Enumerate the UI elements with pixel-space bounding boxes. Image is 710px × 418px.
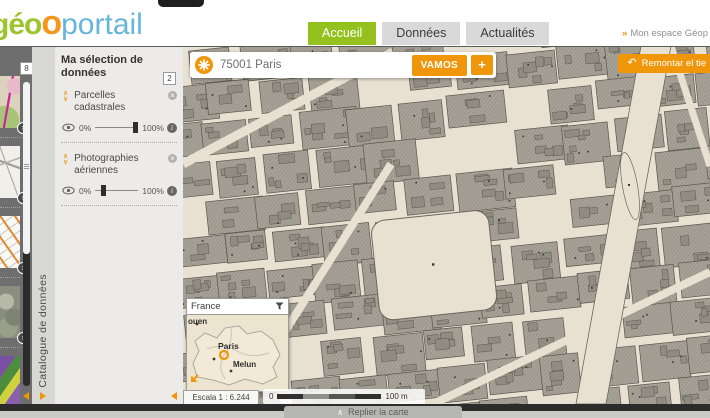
move-down-icon[interactable]: ∨ — [63, 159, 68, 166]
overview-town-label: Melun — [233, 360, 257, 369]
layer-info-button[interactable]: i — [167, 122, 177, 133]
scale-segment — [355, 394, 382, 399]
catalog-count-badge: 8 — [20, 62, 32, 75]
overview-minimap: France ouen Paris Melun — [186, 298, 289, 392]
catalog-tab-label[interactable]: Catalogue de données — [37, 274, 49, 388]
catalog-collapse-arrow[interactable] — [23, 392, 29, 400]
scale-ratio-label: Escala 1 : 6.244 — [183, 390, 259, 404]
selection-collapse-arrow[interactable] — [171, 392, 177, 400]
nav-tab-donnees[interactable]: Données — [382, 22, 461, 45]
scrollbar-grip-icon — [24, 166, 29, 167]
scale-start-label: 0 — [269, 392, 274, 401]
catalog-strip: › › › › 8 — [0, 46, 32, 404]
nav-tab-actualites[interactable]: Actualités — [466, 22, 549, 45]
layer-info-button[interactable]: i — [167, 185, 177, 196]
opacity-max-label: 100% — [142, 122, 164, 133]
main-nav: Accueil Données Actualités — [308, 22, 549, 45]
catalog-separator — [0, 277, 20, 278]
catalog-expand-arrow[interactable] — [40, 392, 46, 400]
opacity-min-label: 0% — [79, 122, 92, 133]
collapse-map-label: Replier la carte — [348, 407, 409, 417]
geoportail-page: géooportail Accueil Données Actualités »… — [0, 0, 710, 418]
logo-o-text: o — [41, 4, 62, 42]
layer-visibility-toggle[interactable] — [62, 123, 75, 132]
logo-portail-text: portail — [61, 8, 143, 41]
city-plan-thumbnail[interactable]: › — [0, 146, 29, 204]
search-submit-button[interactable]: VAMOS — [411, 54, 467, 76]
opacity-slider[interactable] — [95, 122, 139, 133]
eye-icon — [62, 123, 75, 132]
aerial-photo-thumbnail[interactable]: › — [0, 286, 29, 344]
layer-name: Photographies aériennes — [74, 153, 139, 176]
scale-segment — [303, 394, 330, 399]
search-bar: VAMOS + — [190, 52, 496, 78]
layer-reorder-control[interactable]: ∧ ∨ — [63, 153, 68, 166]
catalog-thumbnail-list: › › › › — [0, 76, 29, 404]
overview-town-label: Paris — [218, 341, 239, 351]
eye-icon — [62, 186, 75, 195]
opacity-max-label: 100% — [142, 185, 164, 196]
search-add-button[interactable]: + — [471, 55, 493, 75]
my-space-link[interactable]: » Mon espace Géop — [622, 28, 708, 39]
scale-segment — [277, 394, 304, 399]
catalog-scrollbar[interactable] — [23, 82, 30, 386]
browser-notch-decoration — [158, 0, 204, 7]
move-down-icon[interactable]: ∨ — [63, 96, 68, 103]
overview-region-label: France — [191, 301, 221, 312]
layer-item-photographies: ∧ ∨ Photographies aériennes × 0% 100% i — [61, 153, 177, 206]
overview-map-drawing — [192, 322, 281, 386]
overview-map[interactable]: ouen Paris Melun — [186, 315, 289, 392]
geoportail-compass-icon — [195, 56, 213, 74]
chevron-up-icon: ∧ — [337, 408, 344, 417]
layer-name: Parcelles cadastrales — [74, 90, 126, 113]
nav-tab-accueil[interactable]: Accueil — [308, 22, 377, 45]
overview-resize-handle[interactable] — [189, 371, 200, 389]
scale-bar: 0 100 m — [263, 389, 425, 404]
layer-separator — [61, 205, 177, 206]
time-travel-label: Remontar el tie — [641, 58, 706, 69]
opacity-slider-handle[interactable] — [133, 122, 139, 133]
logo-geo-text: géo — [0, 8, 42, 41]
time-travel-button[interactable]: ↶ Remontar el tie — [618, 54, 710, 73]
undo-arrow-icon: ↶ — [627, 57, 637, 69]
selection-panel: Ma sélection de données 2 ∧ ∨ Parcelles c… — [55, 46, 184, 404]
scale-end-label: 100 m — [385, 392, 408, 401]
landcover-map-thumbnail[interactable] — [0, 356, 20, 404]
filter-icon[interactable] — [275, 302, 284, 311]
layer-reorder-control[interactable]: ∧ ∨ — [63, 90, 68, 103]
road-map-thumbnail[interactable]: › — [0, 216, 29, 274]
layer-remove-button[interactable]: × — [168, 154, 177, 163]
catalog-separator — [0, 137, 20, 138]
layer-visibility-toggle[interactable] — [62, 186, 75, 195]
header: géooportail Accueil Données Actualités »… — [0, 0, 710, 47]
opacity-min-label: 0% — [79, 185, 92, 196]
topo-map-thumbnail[interactable]: › — [0, 76, 29, 134]
collapse-map-tab[interactable]: ∧ Replier la carte — [284, 406, 462, 418]
link-chevron-icon: » — [622, 28, 628, 39]
overview-region-selector[interactable]: France — [186, 298, 289, 315]
catalog-scrollbar-thumb[interactable] — [23, 82, 30, 254]
layer-item-parcelles: ∧ ∨ Parcelles cadastrales × 0% 100% i — [61, 90, 177, 143]
catalog-tab[interactable]: Catalogue de données — [32, 46, 56, 404]
catalog-separator — [0, 347, 20, 348]
selection-title: Ma sélection de données — [61, 54, 143, 79]
geoportail-logo[interactable]: géooportail — [0, 4, 143, 43]
overview-town-label: ouen — [188, 317, 208, 326]
selection-count-badge: 2 — [163, 72, 176, 85]
catalog-separator — [0, 207, 20, 208]
layer-separator — [61, 142, 177, 143]
opacity-slider-handle[interactable] — [100, 185, 106, 196]
layer-remove-button[interactable]: × — [168, 91, 177, 100]
opacity-slider[interactable] — [95, 185, 139, 196]
map-viewport: VAMOS + ↶ Remontar el tie France — [183, 46, 710, 404]
search-input[interactable] — [218, 58, 412, 72]
my-space-label: Mon espace Géop — [630, 28, 708, 39]
scale-segment — [329, 394, 356, 399]
